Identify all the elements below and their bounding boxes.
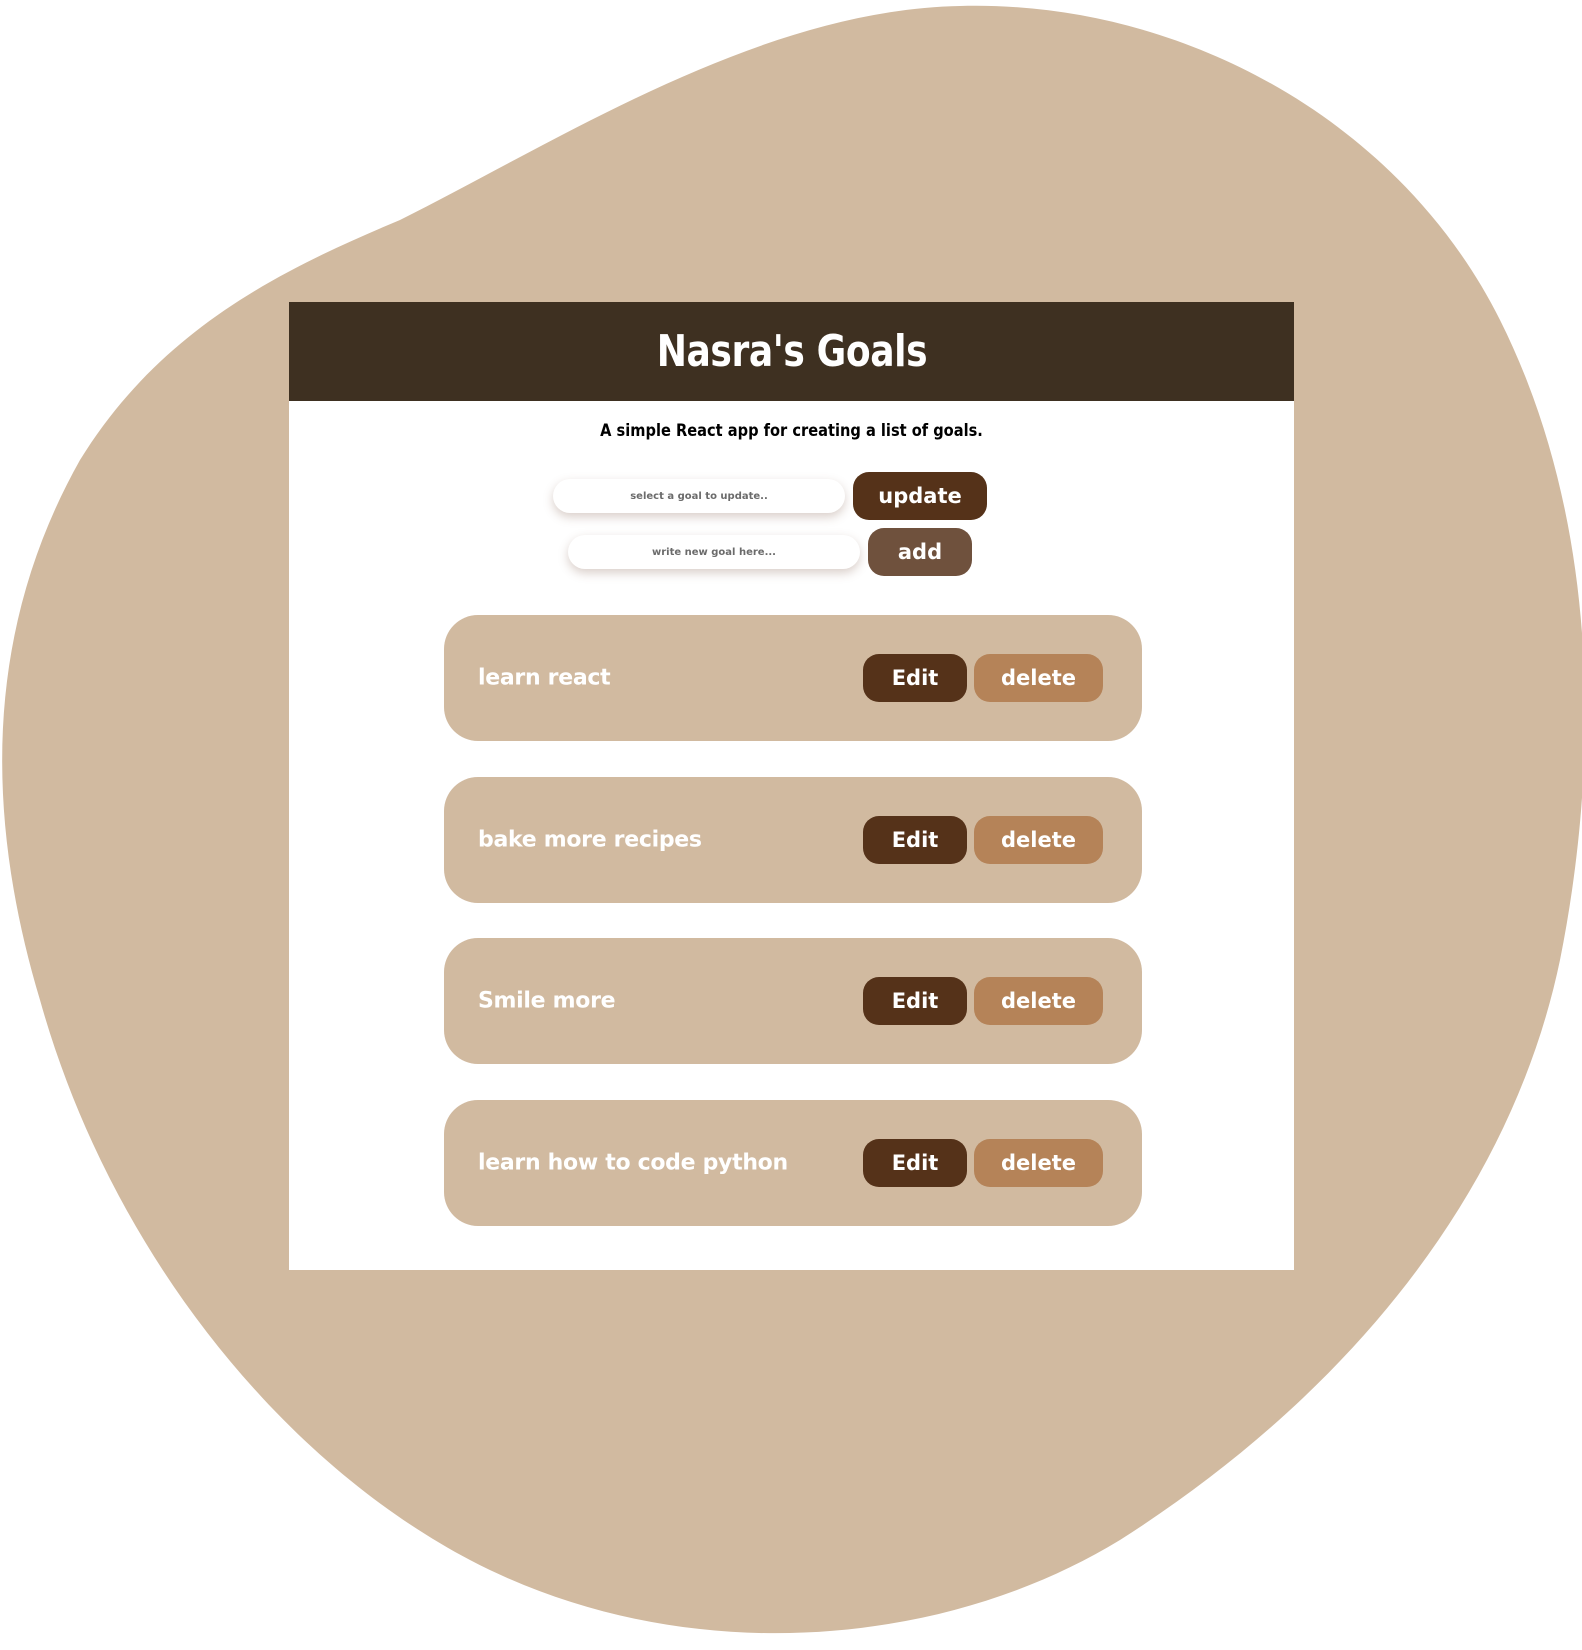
app-subtitle: A simple React app for creating a list o… bbox=[600, 421, 983, 441]
edit-goal-button[interactable]: Edit bbox=[863, 977, 967, 1025]
edit-goal-button[interactable]: Edit bbox=[863, 654, 967, 702]
app-card: Nasra's Goals A simple React app for cre… bbox=[289, 302, 1294, 1270]
delete-goal-button[interactable]: delete bbox=[974, 977, 1103, 1025]
delete-goal-button[interactable]: delete bbox=[974, 1139, 1103, 1187]
goal-item: learn how to code python Edit delete bbox=[444, 1100, 1142, 1226]
page-title: Nasra's Goals bbox=[656, 326, 927, 377]
goal-item: bake more recipes Edit delete bbox=[444, 777, 1142, 903]
goal-text: bake more recipes bbox=[478, 827, 702, 853]
update-goal-input[interactable] bbox=[553, 479, 845, 513]
edit-goal-button[interactable]: Edit bbox=[863, 816, 967, 864]
goal-text: learn how to code python bbox=[478, 1150, 788, 1176]
delete-goal-button[interactable]: delete bbox=[974, 654, 1103, 702]
add-button[interactable]: add bbox=[868, 528, 972, 576]
goal-text: learn react bbox=[478, 665, 611, 691]
update-button[interactable]: update bbox=[853, 472, 987, 520]
edit-goal-button[interactable]: Edit bbox=[863, 1139, 967, 1187]
update-form: update bbox=[553, 472, 987, 520]
goal-item: Smile more Edit delete bbox=[444, 938, 1142, 1064]
goal-item: learn react Edit delete bbox=[444, 615, 1142, 741]
goal-text: Smile more bbox=[478, 988, 616, 1014]
app-header: Nasra's Goals bbox=[289, 302, 1294, 401]
delete-goal-button[interactable]: delete bbox=[974, 816, 1103, 864]
new-goal-input[interactable] bbox=[568, 535, 860, 569]
add-form: add bbox=[568, 528, 972, 576]
page-stage: Nasra's Goals A simple React app for cre… bbox=[0, 0, 1582, 1650]
